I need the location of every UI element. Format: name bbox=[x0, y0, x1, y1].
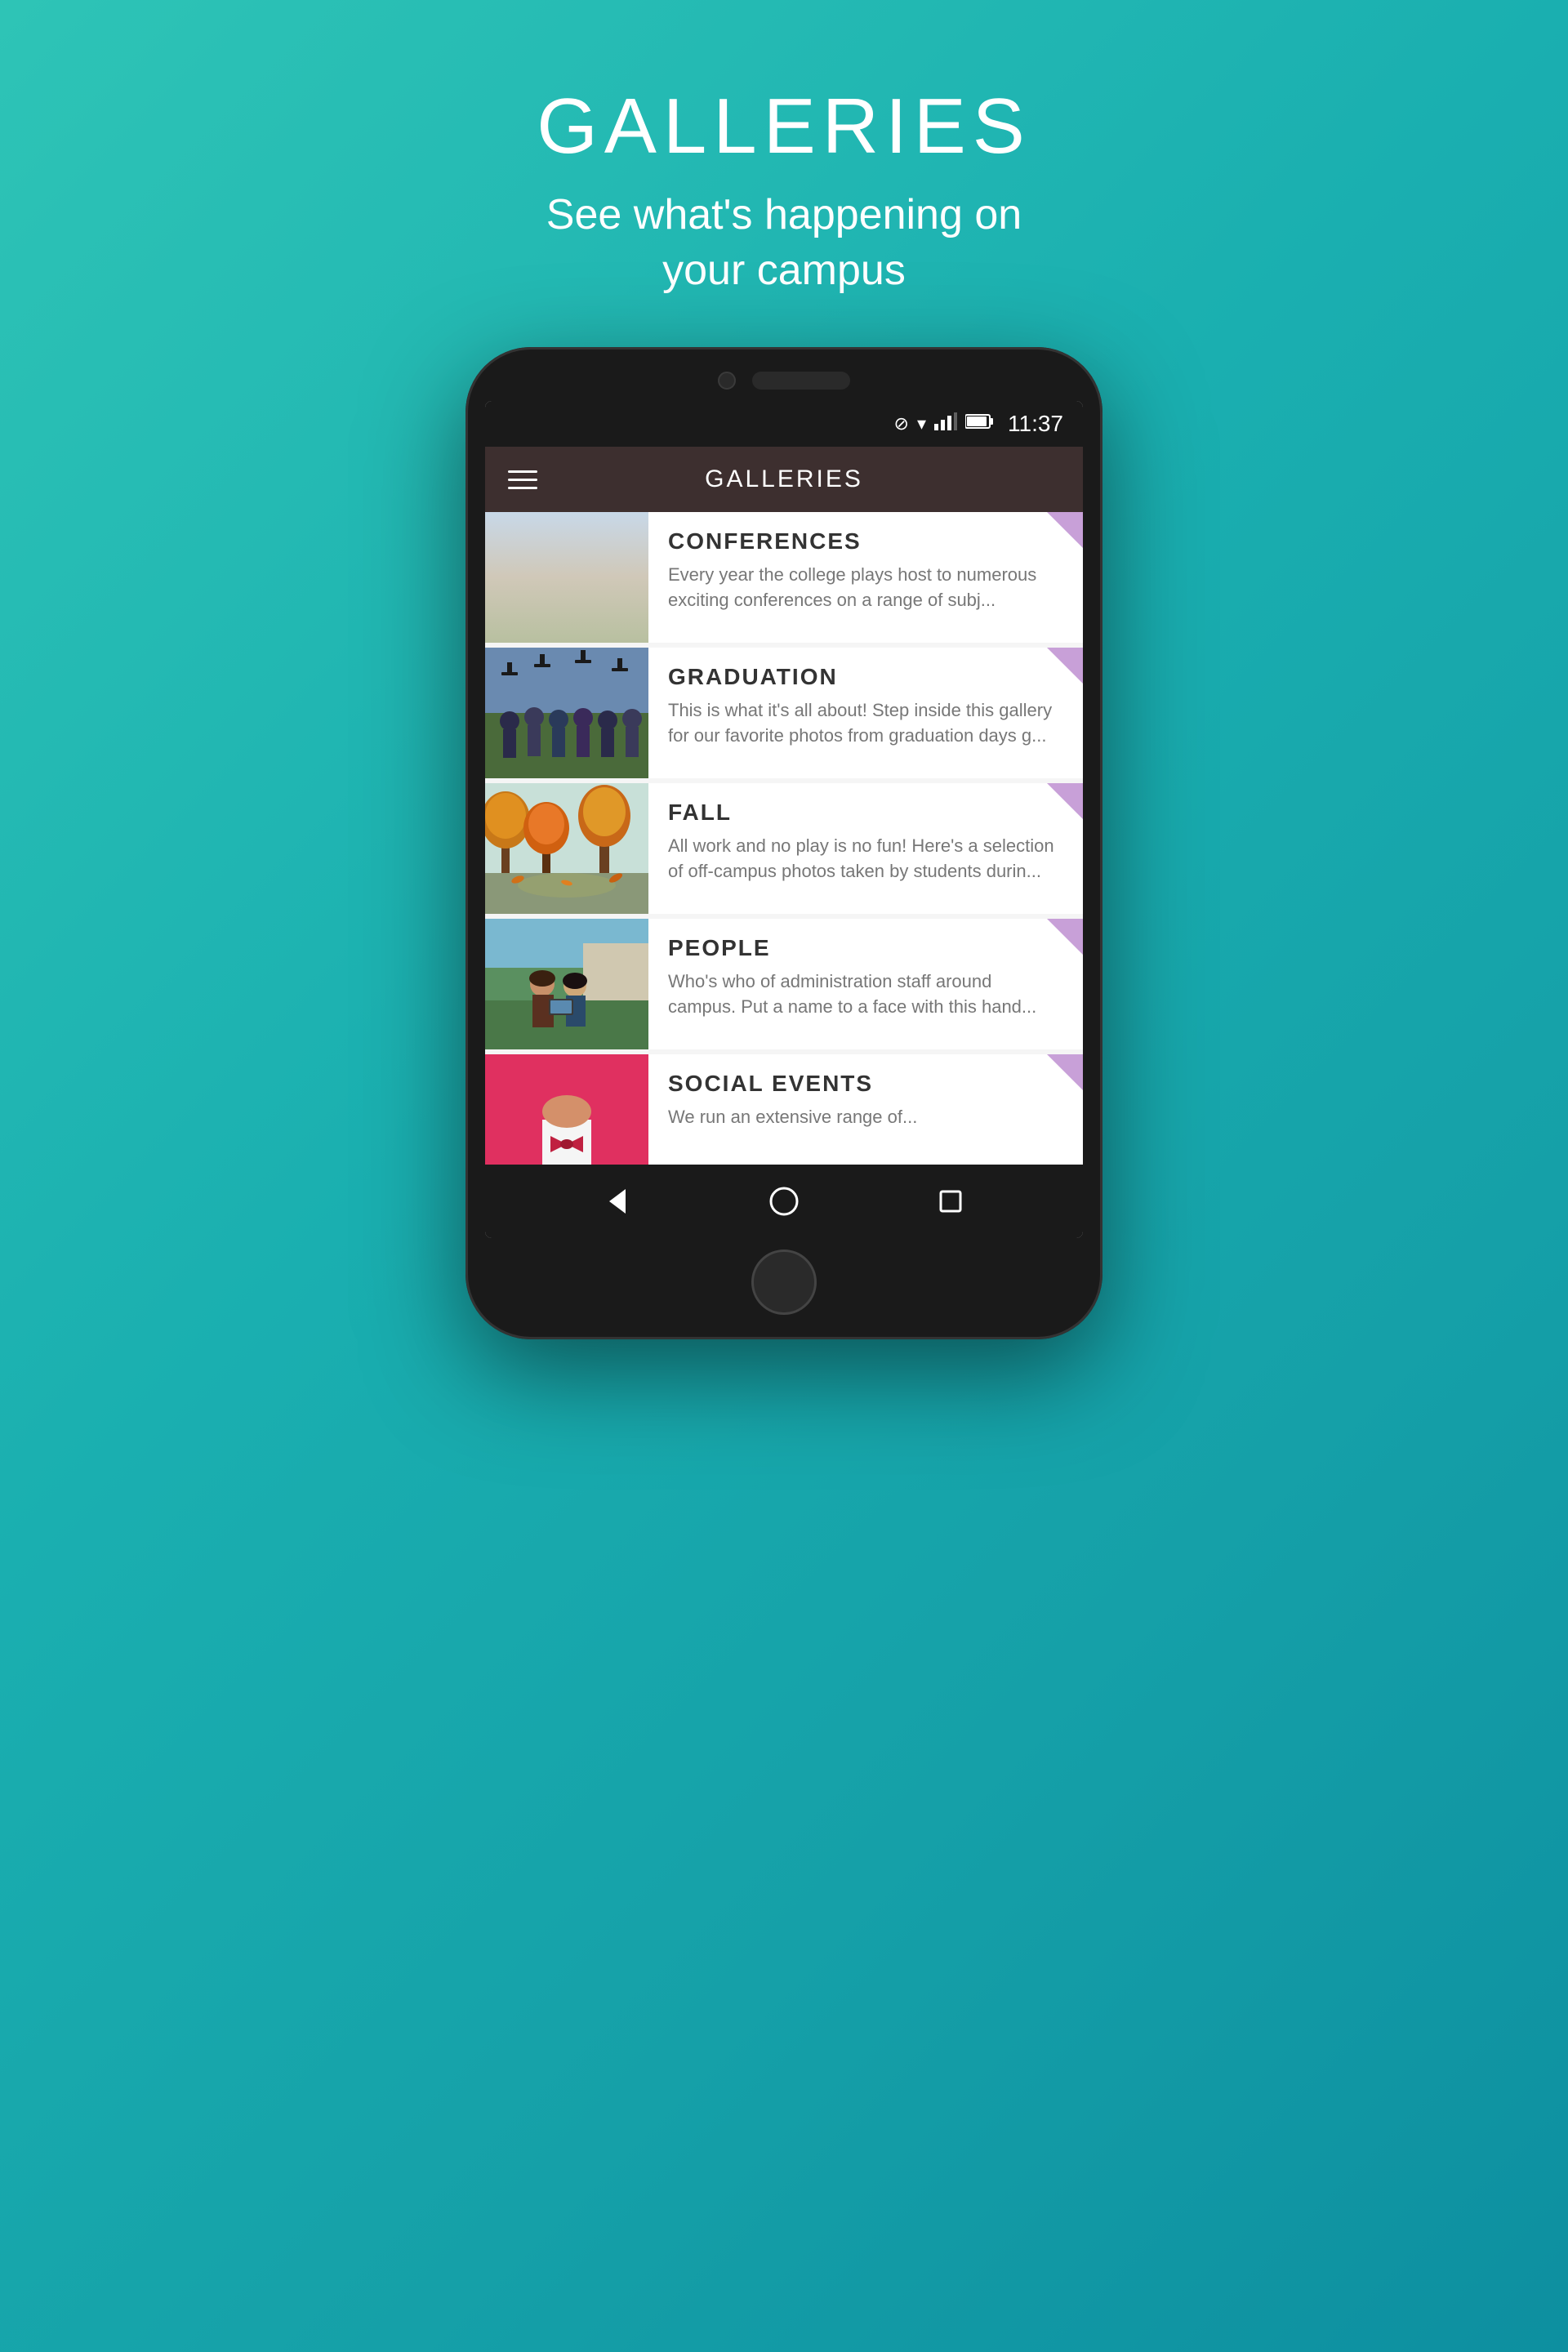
gallery-content-people: PEOPLE Who's who of administration staff… bbox=[648, 919, 1083, 1049]
gallery-image-people bbox=[485, 919, 648, 1049]
phone-frame: ⊘ ▾ bbox=[466, 347, 1102, 1339]
back-button[interactable] bbox=[593, 1177, 642, 1226]
gallery-title-fall: FALL bbox=[668, 800, 1063, 826]
gallery-title-graduation: GRADUATION bbox=[668, 664, 1063, 690]
gallery-title-conferences: CONFERENCES bbox=[668, 528, 1063, 555]
gallery-image-graduation bbox=[485, 648, 648, 778]
page-subtitle: See what's happening onyour campus bbox=[537, 188, 1031, 298]
battery-icon bbox=[965, 413, 993, 434]
ribbon-corner-people bbox=[1047, 919, 1083, 955]
wifi-icon: ▾ bbox=[917, 413, 926, 434]
gallery-item-people[interactable]: PEOPLE Who's who of administration staff… bbox=[485, 919, 1083, 1049]
ribbon-corner-conferences bbox=[1047, 512, 1083, 548]
bottom-nav bbox=[485, 1165, 1083, 1238]
phone-home-physical-button[interactable] bbox=[751, 1250, 817, 1315]
phone-top-bar bbox=[485, 372, 1083, 390]
gallery-item-social-events[interactable]: SOCIAL EVENTS We run an extensive range … bbox=[485, 1054, 1083, 1165]
gallery-image-social bbox=[485, 1054, 648, 1165]
page-header: GALLERIES See what's happening onyour ca… bbox=[537, 82, 1031, 298]
gallery-content-social: SOCIAL EVENTS We run an extensive range … bbox=[648, 1054, 1083, 1165]
page-title: GALLERIES bbox=[537, 82, 1031, 172]
home-button[interactable] bbox=[760, 1177, 808, 1226]
phone-screen: ⊘ ▾ bbox=[485, 401, 1083, 1238]
phone-camera bbox=[718, 372, 736, 390]
gallery-item-conferences[interactable]: CONFERENCES Every year the college plays… bbox=[485, 512, 1083, 643]
gallery-desc-conferences: Every year the college plays host to num… bbox=[668, 563, 1063, 613]
gallery-title-people: PEOPLE bbox=[668, 935, 1063, 961]
status-icons: ⊘ ▾ bbox=[894, 411, 1063, 437]
gallery-desc-fall: All work and no play is no fun! Here's a… bbox=[668, 834, 1063, 884]
hamburger-line-2 bbox=[508, 479, 537, 481]
hamburger-menu-icon[interactable] bbox=[508, 470, 537, 489]
gallery-title-social: SOCIAL EVENTS bbox=[668, 1071, 1063, 1097]
gallery-desc-social: We run an extensive range of... bbox=[668, 1105, 1063, 1130]
status-bar: ⊘ ▾ bbox=[485, 401, 1083, 447]
gallery-list: CONFERENCES Every year the college plays… bbox=[485, 512, 1083, 1165]
ribbon-corner-social bbox=[1047, 1054, 1083, 1090]
phone-bottom-bar bbox=[485, 1250, 1083, 1315]
gallery-image-fall bbox=[485, 783, 648, 914]
app-bar: GALLERIES bbox=[485, 447, 1083, 512]
gallery-desc-people: Who's who of administration staff around… bbox=[668, 969, 1063, 1020]
gallery-content-conferences: CONFERENCES Every year the college plays… bbox=[648, 512, 1083, 643]
gallery-desc-graduation: This is what it's all about! Step inside… bbox=[668, 698, 1063, 749]
no-signal-icon: ⊘ bbox=[894, 413, 909, 434]
phone-speaker bbox=[752, 372, 850, 390]
gallery-content-graduation: GRADUATION This is what it's all about! … bbox=[648, 648, 1083, 778]
ribbon-corner-graduation bbox=[1047, 648, 1083, 684]
status-time: 11:37 bbox=[1008, 411, 1063, 437]
gallery-item-graduation[interactable]: GRADUATION This is what it's all about! … bbox=[485, 648, 1083, 778]
ribbon-corner-fall bbox=[1047, 783, 1083, 819]
gallery-item-fall[interactable]: FALL All work and no play is no fun! Her… bbox=[485, 783, 1083, 914]
app-bar-title: GALLERIES bbox=[570, 466, 998, 493]
gallery-image-conferences bbox=[485, 512, 648, 643]
signal-icon bbox=[934, 412, 957, 435]
gallery-content-fall: FALL All work and no play is no fun! Her… bbox=[648, 783, 1083, 914]
recents-button[interactable] bbox=[926, 1177, 975, 1226]
hamburger-line-1 bbox=[508, 470, 537, 473]
hamburger-line-3 bbox=[508, 487, 537, 489]
